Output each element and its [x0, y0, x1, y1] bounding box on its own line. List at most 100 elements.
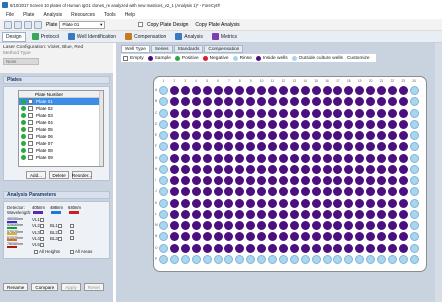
plate-column-number[interactable]: 1 — [159, 79, 169, 83]
plate-well[interactable] — [311, 243, 321, 253]
plate-well[interactable] — [409, 86, 419, 95]
plate-well[interactable] — [191, 243, 201, 253]
plate-well[interactable] — [344, 221, 354, 230]
plate-well[interactable] — [377, 187, 386, 197]
vl-option[interactable]: VL3 — [32, 230, 44, 235]
plate-well[interactable] — [257, 176, 267, 185]
plate-well[interactable] — [268, 198, 277, 208]
plate-well[interactable] — [322, 187, 332, 197]
plate-well[interactable] — [257, 164, 267, 174]
plate-well[interactable] — [278, 221, 288, 230]
plate-well[interactable] — [398, 209, 408, 219]
plate-well[interactable] — [333, 131, 343, 140]
plate-well[interactable] — [322, 86, 332, 95]
plate-column-number[interactable]: 3 — [180, 79, 190, 83]
plate-well[interactable] — [191, 187, 201, 197]
plate-well[interactable] — [235, 142, 245, 152]
plate-well[interactable] — [387, 97, 397, 107]
tab-design[interactable]: Design — [2, 31, 26, 42]
plate-well[interactable] — [387, 176, 397, 185]
plate-checkbox[interactable] — [28, 141, 33, 146]
plate-well[interactable] — [398, 97, 408, 107]
plate-well[interactable] — [159, 153, 168, 163]
vl-checkbox[interactable] — [39, 224, 44, 229]
legend-outside-wells[interactable]: Outside culture wells — [291, 55, 343, 61]
plate-well[interactable] — [224, 97, 234, 107]
plate-well[interactable] — [387, 221, 397, 230]
plate-well[interactable] — [409, 164, 419, 174]
plate-well[interactable] — [159, 221, 168, 230]
plate-well[interactable] — [159, 176, 168, 185]
plate-well[interactable] — [213, 164, 223, 174]
plate-column-number[interactable]: 24 — [409, 79, 419, 83]
plate-well[interactable] — [398, 232, 408, 242]
plate-well[interactable] — [387, 232, 397, 242]
plate-column-number[interactable]: 23 — [398, 79, 408, 83]
plate-well[interactable] — [202, 198, 212, 208]
plate-well[interactable] — [235, 243, 245, 253]
plate-well[interactable] — [398, 108, 408, 118]
plate-well[interactable] — [344, 131, 354, 140]
plate-well[interactable] — [246, 86, 256, 95]
plate-well[interactable] — [409, 243, 419, 253]
menu-resources[interactable]: Resources — [71, 12, 95, 18]
plate-column-number[interactable]: 14 — [300, 79, 310, 83]
plate-well[interactable] — [246, 97, 256, 107]
plate-well[interactable] — [387, 142, 397, 152]
plate-column-number[interactable]: 11 — [268, 79, 278, 83]
plate-checkbox[interactable] — [28, 106, 33, 111]
plate-row-letter[interactable]: O — [155, 246, 157, 250]
plate-well[interactable] — [333, 198, 343, 208]
plate-well[interactable] — [246, 232, 256, 242]
plate-well[interactable] — [257, 142, 267, 152]
bl-checkbox[interactable] — [57, 236, 62, 241]
plate-well[interactable] — [191, 164, 201, 174]
plate-well[interactable] — [169, 97, 179, 107]
plate-well[interactable] — [235, 176, 245, 185]
plate-well[interactable] — [300, 243, 310, 253]
plate-well[interactable] — [235, 108, 245, 118]
plate-well[interactable] — [355, 142, 365, 152]
vl-option[interactable]: VL2 — [32, 223, 44, 228]
plate-well[interactable] — [191, 86, 201, 95]
plate-well[interactable] — [268, 243, 277, 253]
plate-well[interactable] — [180, 176, 190, 185]
plate-well[interactable] — [235, 198, 245, 208]
plate-well[interactable] — [191, 97, 201, 107]
plate-well[interactable] — [355, 97, 365, 107]
plate-row-letter[interactable]: N — [155, 234, 157, 238]
plate-well[interactable] — [377, 198, 386, 208]
legend-positive[interactable]: Positive — [174, 55, 199, 61]
plate-well[interactable] — [257, 254, 267, 264]
plate-well[interactable] — [180, 97, 190, 107]
plate-well[interactable] — [377, 243, 386, 253]
plate-well[interactable] — [344, 86, 354, 95]
plate-row-letter[interactable]: A — [155, 88, 157, 92]
plate-well[interactable] — [300, 232, 310, 242]
plate-well[interactable] — [322, 153, 332, 163]
plate-well[interactable] — [278, 119, 288, 129]
plate-well[interactable] — [387, 153, 397, 163]
plate-well[interactable] — [213, 187, 223, 197]
plate-well[interactable] — [278, 142, 288, 152]
tab-analysis[interactable]: Analysis — [172, 32, 206, 42]
plate-list-item[interactable]: Plate 02 — [19, 105, 103, 112]
plate-row-letter[interactable]: P — [155, 257, 157, 261]
bl-option[interactable]: BL3 — [50, 236, 62, 241]
plate-column-number[interactable]: 5 — [202, 79, 212, 83]
plate-well[interactable] — [387, 119, 397, 129]
plate-well[interactable] — [409, 119, 419, 129]
plate-well[interactable] — [213, 97, 223, 107]
plate-well[interactable] — [224, 164, 234, 174]
plate-checkbox[interactable] — [28, 155, 33, 160]
plate-well[interactable] — [366, 153, 376, 163]
rename-button[interactable]: Rename — [3, 283, 29, 291]
plate-well[interactable] — [213, 221, 223, 230]
plate-well[interactable] — [235, 209, 245, 219]
plate-checkbox[interactable] — [28, 148, 33, 153]
plate-well[interactable] — [213, 198, 223, 208]
plate-well[interactable] — [278, 232, 288, 242]
plate-well[interactable] — [387, 254, 397, 264]
plate-well[interactable] — [180, 209, 190, 219]
plate-well[interactable] — [322, 142, 332, 152]
